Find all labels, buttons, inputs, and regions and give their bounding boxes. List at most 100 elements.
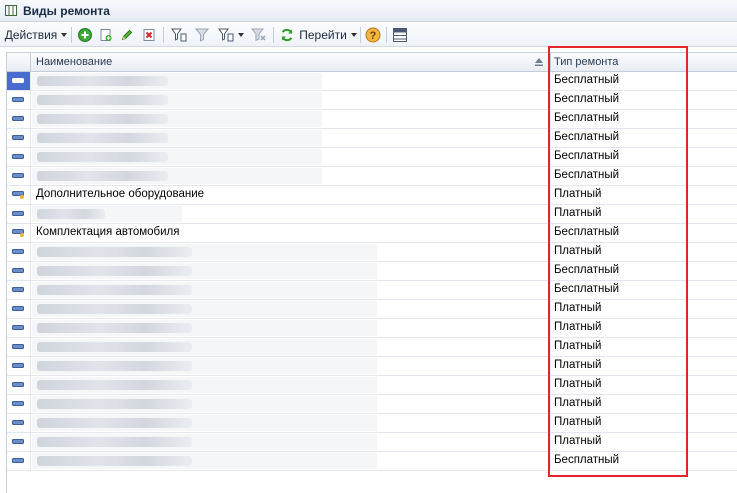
pencil-icon [121,29,133,41]
table-row[interactable]: Платный [7,338,737,357]
cell-name [31,319,551,337]
cell-repair-type-text: Платный [554,245,602,257]
item-icon [12,249,24,254]
actions-menu-button[interactable]: Действия [4,26,68,44]
table-row[interactable]: Платный [7,319,737,338]
table-row[interactable]: Комплектация автомобиля Бесплатный [7,224,737,243]
cell-repair-type-text: Платный [554,321,602,333]
cell-repair-type-text: Платный [554,359,602,371]
redacted-text [37,171,168,181]
cell-repair-type: Платный [551,433,737,451]
filter-disabled-icon [195,28,210,42]
table-row[interactable]: Бесплатный [7,91,737,110]
row-gutter [7,376,31,394]
cell-repair-type: Бесплатный [551,72,737,90]
cell-repair-type: Платный [551,243,737,261]
cell-name [31,205,551,223]
row-gutter [7,91,31,109]
table-row[interactable]: Бесплатный [7,167,737,186]
table-row[interactable]: Платный [7,205,737,224]
table-row[interactable]: Бесплатный [7,281,737,300]
column-header-type[interactable]: Тип ремонта [551,53,737,71]
table-row[interactable]: Бесплатный [7,262,737,281]
toolbar-separator [386,27,387,43]
table-row[interactable]: Платный [7,414,737,433]
item-icon [12,420,24,425]
cell-repair-type-text: Платный [554,207,602,219]
cell-repair-type-text: Платный [554,340,602,352]
table-row[interactable]: Бесплатный [7,129,737,148]
item-icon [12,458,24,463]
cell-repair-type: Платный [551,186,737,204]
redacted-text [37,304,192,314]
cell-repair-type-text: Бесплатный [554,131,620,143]
item-edit-icon [12,229,24,237]
redacted-text [37,266,192,276]
delete-button[interactable] [140,26,158,44]
cell-name [31,167,551,185]
actions-menu-label: Действия [4,28,58,42]
filter-set-button[interactable] [169,26,189,44]
item-icon [12,97,24,102]
goto-menu-label: Перейти [299,28,347,42]
item-icon [12,306,24,311]
table-row[interactable]: Платный [7,433,737,452]
copy-button[interactable] [97,26,115,44]
row-gutter [7,129,31,147]
row-gutter [7,148,31,166]
redacted-text [37,437,192,447]
table-row[interactable]: Бесплатный [7,72,737,91]
cell-repair-type-text: Платный [554,302,602,314]
table-row[interactable]: Платный [7,376,737,395]
column-header-type-label: Тип ремонта [554,56,619,68]
add-button[interactable] [76,26,94,44]
table-row[interactable]: Дополнительное оборудование Платный [7,186,737,205]
redacted-text [37,152,168,162]
toolbar-separator [273,27,274,43]
refresh-icon [281,28,293,42]
cell-repair-type: Бесплатный [551,110,737,128]
cell-repair-type-text: Бесплатный [554,454,620,466]
row-gutter [7,72,31,90]
list-settings-button[interactable] [391,26,409,44]
cell-repair-type-text: Бесплатный [554,226,620,238]
filter-apply-button[interactable] [193,26,213,44]
redacted-text [37,114,168,124]
cell-repair-type: Платный [551,300,737,318]
cell-name-text: Комплектация автомобиля [36,226,180,238]
cell-repair-type-text: Бесплатный [554,283,620,295]
goto-menu-button[interactable]: Перейти [299,26,357,44]
filter-clear-button[interactable] [249,26,269,44]
row-gutter [7,357,31,375]
filter-history-button[interactable] [217,26,245,44]
chevron-down-icon [350,33,357,37]
toolbar: Действия Перейти ? [0,23,737,47]
table-row[interactable]: Платный [7,357,737,376]
cell-name [31,281,551,299]
item-icon [12,173,24,178]
table-row[interactable]: Бесплатный [7,148,737,167]
edit-button[interactable] [118,26,136,44]
table-row[interactable]: Платный [7,395,737,414]
row-gutter [7,395,31,413]
table-row[interactable]: Бесплатный [7,110,737,129]
item-icon [12,287,24,292]
help-button[interactable]: ? [364,26,382,44]
column-header-name[interactable]: Наименование [31,53,551,71]
cell-name: Дополнительное оборудование [31,186,551,204]
table-row[interactable]: Платный [7,243,737,262]
row-gutter [7,281,31,299]
cell-repair-type: Бесплатный [551,224,737,242]
cell-name [31,357,551,375]
row-gutter [7,433,31,451]
table-row[interactable]: Платный [7,300,737,319]
cell-repair-type-text: Бесплатный [554,150,620,162]
filter-icon [171,28,187,42]
cell-name: Комплектация автомобиля [31,224,551,242]
table-row[interactable]: Бесплатный [7,452,737,471]
refresh-button[interactable] [278,26,296,44]
cell-name-text: Дополнительное оборудование [36,188,205,200]
item-icon [12,211,24,216]
redacted-text [37,399,192,409]
cell-repair-type: Бесплатный [551,452,737,470]
